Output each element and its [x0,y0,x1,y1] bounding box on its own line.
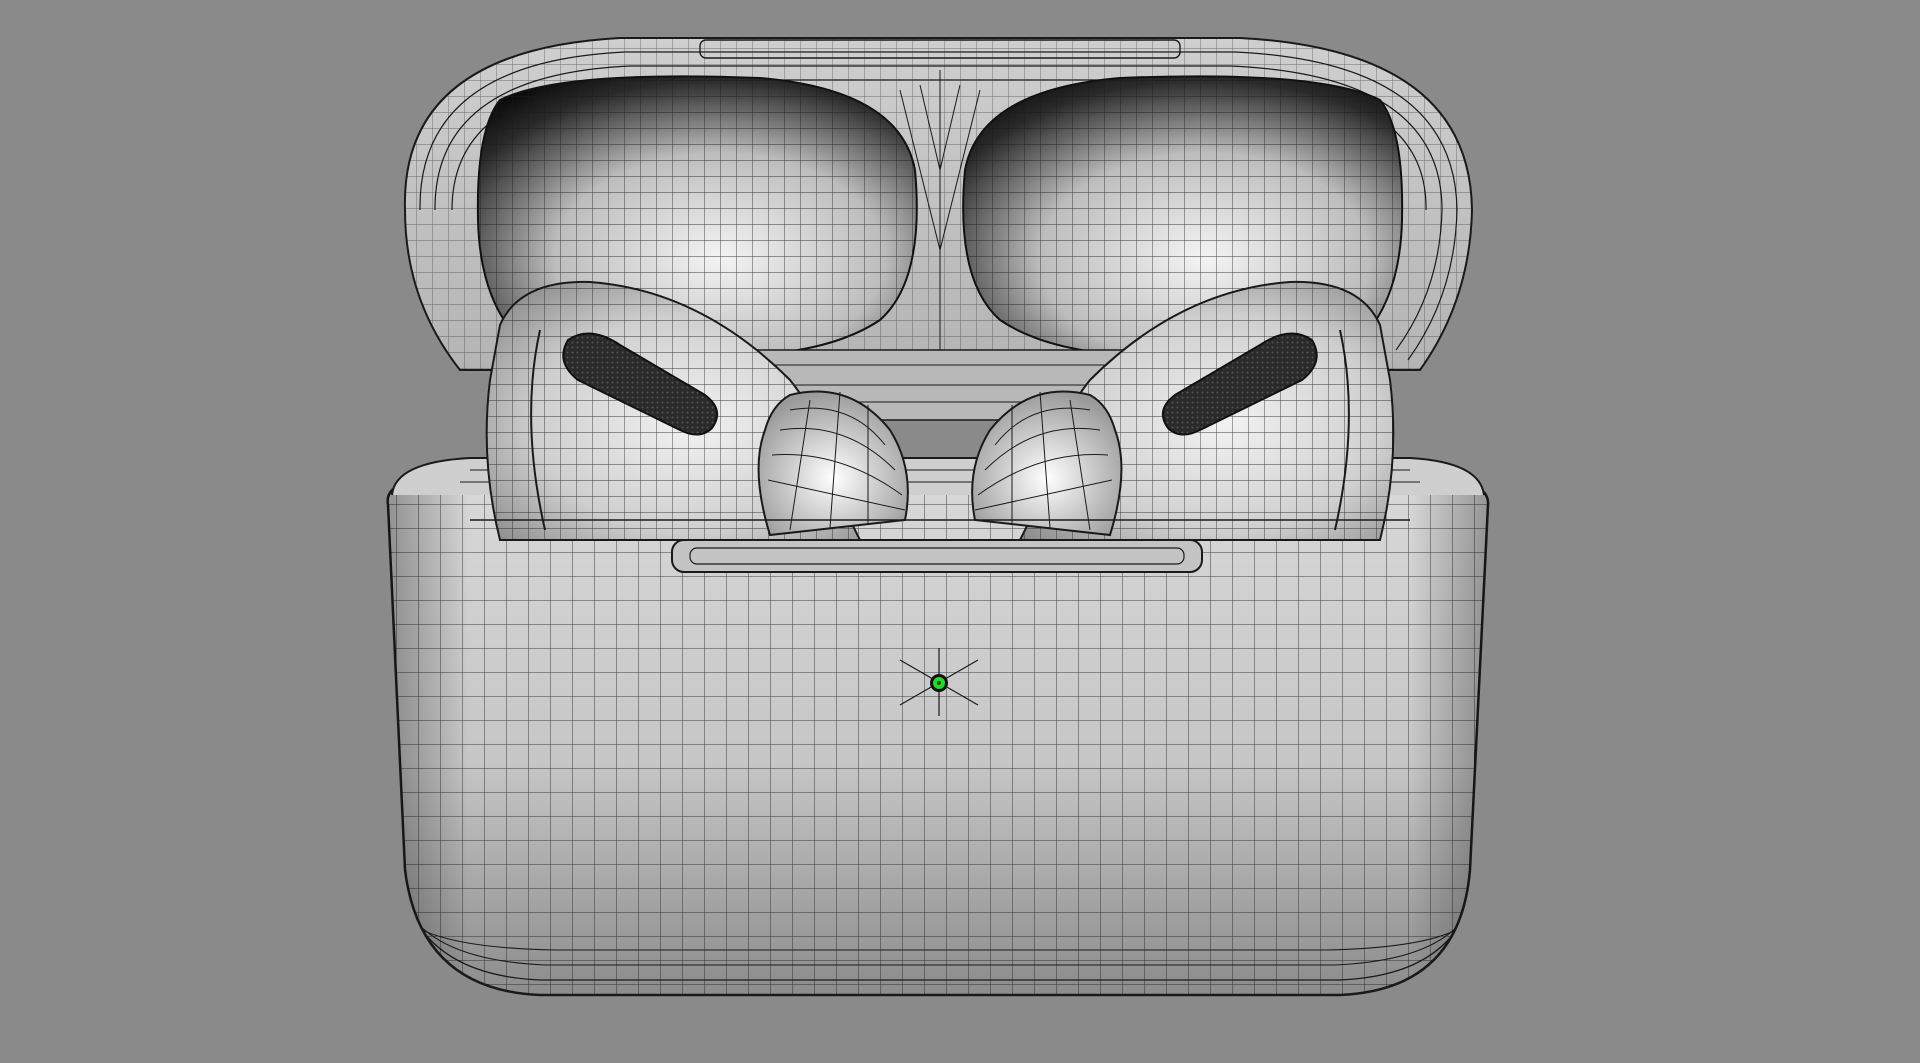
3d-viewport[interactable] [0,0,1920,1063]
viewport-canvas[interactable] [0,0,1920,1063]
base-front-slot [671,539,1203,573]
